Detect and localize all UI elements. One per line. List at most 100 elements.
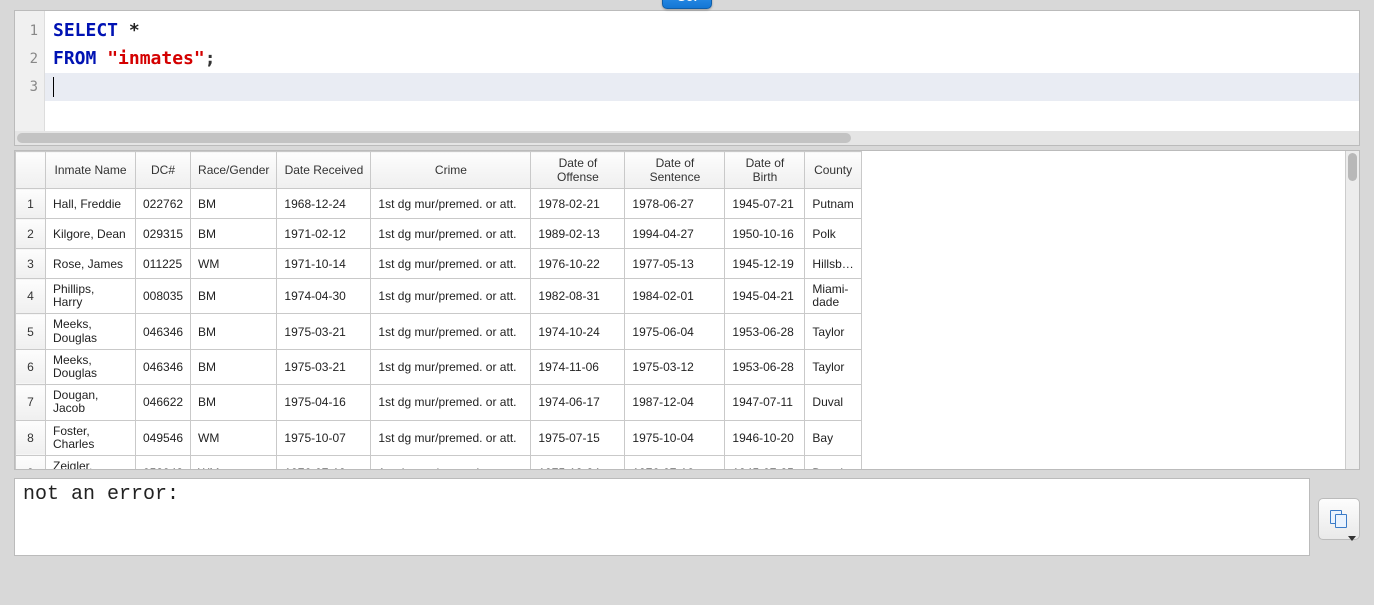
cell-rg[interactable]: BM (191, 349, 277, 384)
horizontal-scroll-thumb[interactable] (17, 133, 851, 143)
cell-dr[interactable]: 1971-02-12 (277, 219, 371, 249)
cell-name[interactable]: Phillips,Harry (46, 279, 136, 314)
cell-db[interactable]: 1945-07-25 (725, 455, 805, 469)
cell-crime[interactable]: 1st dg mur/premed. or att. (371, 314, 531, 349)
cell-rg[interactable]: BM (191, 385, 277, 420)
copy-button[interactable] (1318, 498, 1360, 540)
table-row[interactable]: 5Meeks,Douglas046346BM1975-03-211st dg m… (16, 314, 862, 349)
column-header[interactable]: Date of Sentence (625, 152, 725, 189)
cell-name[interactable]: Zeigler,William (46, 455, 136, 469)
column-header[interactable]: Inmate Name (46, 152, 136, 189)
cell-do[interactable]: 1974-11-06 (531, 349, 625, 384)
cell-rg[interactable]: WM (191, 249, 277, 279)
cell-db[interactable]: 1947-07-11 (725, 385, 805, 420)
table-row[interactable]: 4Phillips,Harry008035BM1974-04-301st dg … (16, 279, 862, 314)
cell-county[interactable]: Bay (805, 420, 861, 455)
cell-dr[interactable]: 1975-04-16 (277, 385, 371, 420)
row-number-header[interactable] (16, 152, 46, 189)
cell-db[interactable]: 1953-06-28 (725, 349, 805, 384)
cell-ds[interactable]: 1975-03-12 (625, 349, 725, 384)
cell-dc[interactable]: 008035 (136, 279, 191, 314)
column-header[interactable]: County (805, 152, 861, 189)
cell-county[interactable]: Putnam (805, 189, 861, 219)
table-row[interactable]: 6Meeks,Douglas046346BM1975-03-211st dg m… (16, 349, 862, 384)
cell-do[interactable]: 1978-02-21 (531, 189, 625, 219)
cell-county[interactable]: Duval (805, 455, 861, 469)
cell-ds[interactable]: 1984-02-01 (625, 279, 725, 314)
cell-db[interactable]: 1945-07-21 (725, 189, 805, 219)
cell-county[interactable]: Polk (805, 219, 861, 249)
cell-crime[interactable]: 1st dg mur/premed. or att. (371, 189, 531, 219)
cell-dr[interactable]: 1974-04-30 (277, 279, 371, 314)
cell-name[interactable]: Meeks,Douglas (46, 314, 136, 349)
cell-db[interactable]: 1945-04-21 (725, 279, 805, 314)
cell-crime[interactable]: 1st dg mur/premed. or att. (371, 279, 531, 314)
cell-db[interactable]: 1946-10-20 (725, 420, 805, 455)
cell-name[interactable]: Hall, Freddie (46, 189, 136, 219)
cell-rg[interactable]: BM (191, 219, 277, 249)
table-row[interactable]: 3Rose, James011225WM1971-10-141st dg mur… (16, 249, 862, 279)
column-header[interactable]: Date of Birth (725, 152, 805, 189)
cell-crime[interactable]: 1st dg mur/premed. or att. (371, 219, 531, 249)
cell-county[interactable]: Hillsb… (805, 249, 861, 279)
cell-dr[interactable]: 1975-03-21 (277, 349, 371, 384)
column-header[interactable]: Date of Offense (531, 152, 625, 189)
cell-crime[interactable]: 1st dg mur/premed. or att. (371, 349, 531, 384)
cell-db[interactable]: 1945-12-19 (725, 249, 805, 279)
cell-ds[interactable]: 1975-06-04 (625, 314, 725, 349)
table-row[interactable]: 2Kilgore, Dean029315BM1971-02-121st dg m… (16, 219, 862, 249)
cell-ds[interactable]: 1975-10-04 (625, 420, 725, 455)
column-header[interactable]: Date Received (277, 152, 371, 189)
cell-do[interactable]: 1975-07-15 (531, 420, 625, 455)
cell-db[interactable]: 1953-06-28 (725, 314, 805, 349)
table-row[interactable]: 9Zeigler,William053948WM1976-07-191st dg… (16, 455, 862, 469)
cell-name[interactable]: Rose, James (46, 249, 136, 279)
cell-crime[interactable]: 1st dg mur/premed. or att. (371, 455, 531, 469)
vertical-scrollbar[interactable] (1345, 151, 1359, 469)
cell-rg[interactable]: WM (191, 420, 277, 455)
cell-do[interactable]: 1974-10-24 (531, 314, 625, 349)
cell-ds[interactable]: 1976-07-16 (625, 455, 725, 469)
cell-do[interactable]: 1976-10-22 (531, 249, 625, 279)
cell-name[interactable]: Meeks,Douglas (46, 349, 136, 384)
cell-rg[interactable]: BM (191, 279, 277, 314)
cell-dr[interactable]: 1968-12-24 (277, 189, 371, 219)
table-row[interactable]: 8Foster,Charles049546WM1975-10-071st dg … (16, 420, 862, 455)
sql-editor[interactable]: 1 2 3 SELECT * FROM "inmates"; (14, 10, 1360, 146)
cell-dc[interactable]: 046346 (136, 314, 191, 349)
cell-dc[interactable]: 046346 (136, 349, 191, 384)
cell-do[interactable]: 1975-12-24 (531, 455, 625, 469)
cell-do[interactable]: 1982-08-31 (531, 279, 625, 314)
code-area[interactable]: SELECT * FROM "inmates"; (45, 11, 1359, 131)
column-header[interactable]: DC# (136, 152, 191, 189)
cell-dr[interactable]: 1975-03-21 (277, 314, 371, 349)
cell-ds[interactable]: 1987-12-04 (625, 385, 725, 420)
cell-dc[interactable]: 049546 (136, 420, 191, 455)
cell-ds[interactable]: 1977-05-13 (625, 249, 725, 279)
cell-county[interactable]: Duval (805, 385, 861, 420)
cell-dr[interactable]: 1975-10-07 (277, 420, 371, 455)
cell-dc[interactable]: 029315 (136, 219, 191, 249)
cell-dr[interactable]: 1976-07-19 (277, 455, 371, 469)
cell-dc[interactable]: 022762 (136, 189, 191, 219)
cell-dc[interactable]: 011225 (136, 249, 191, 279)
run-button[interactable]: Go! (662, 0, 713, 9)
table-row[interactable]: 7Dougan,Jacob046622BM1975-04-161st dg mu… (16, 385, 862, 420)
cell-county[interactable]: Taylor (805, 349, 861, 384)
horizontal-scrollbar[interactable] (15, 131, 1359, 145)
cell-name[interactable]: Foster,Charles (46, 420, 136, 455)
cell-dr[interactable]: 1971-10-14 (277, 249, 371, 279)
cell-name[interactable]: Kilgore, Dean (46, 219, 136, 249)
cell-dc[interactable]: 046622 (136, 385, 191, 420)
cell-crime[interactable]: 1st dg mur/premed. or att. (371, 249, 531, 279)
cell-do[interactable]: 1989-02-13 (531, 219, 625, 249)
cell-rg[interactable]: BM (191, 189, 277, 219)
cell-crime[interactable]: 1st dg mur/premed. or att. (371, 420, 531, 455)
cell-rg[interactable]: WM (191, 455, 277, 469)
cell-do[interactable]: 1974-06-17 (531, 385, 625, 420)
column-header[interactable]: Crime (371, 152, 531, 189)
cell-db[interactable]: 1950-10-16 (725, 219, 805, 249)
cell-dc[interactable]: 053948 (136, 455, 191, 469)
cell-ds[interactable]: 1994-04-27 (625, 219, 725, 249)
cell-rg[interactable]: BM (191, 314, 277, 349)
